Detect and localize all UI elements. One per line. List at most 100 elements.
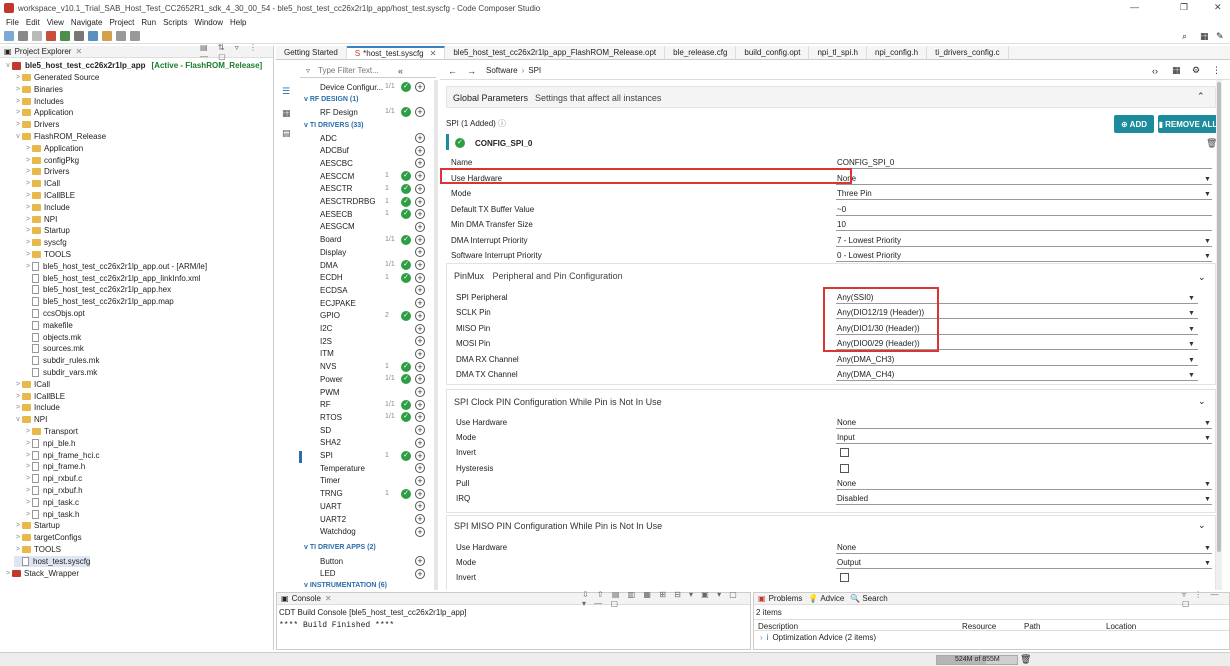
- miso-collapse-icon[interactable]: ⌄: [1198, 520, 1206, 531]
- add-module-icon[interactable]: +: [415, 387, 425, 397]
- problems-column-header[interactable]: Path: [1024, 622, 1040, 631]
- module-section-header[interactable]: v RF DESIGN (1): [304, 96, 358, 103]
- dropdown-icon[interactable]: ▼: [1188, 295, 1195, 302]
- field-value[interactable]: Three Pin: [837, 189, 872, 198]
- field-value[interactable]: ~0: [837, 205, 846, 214]
- console-toolbar-icons[interactable]: ⇩ ⇧ ▤ ▥ ▦ ⊞ ⊟ ▾ ▣ ▾ ▢ ▾ — ▢: [582, 590, 750, 608]
- minimize-button[interactable]: —: [1130, 2, 1139, 12]
- config-scroll-thumb[interactable]: [1217, 82, 1221, 552]
- tab-advice[interactable]: Advice: [820, 594, 844, 603]
- editor-tab[interactable]: ble5_host_test_cc26x2r1lp_app_FlashROM_R…: [445, 46, 666, 59]
- add-module-icon[interactable]: +: [415, 556, 425, 566]
- console-output[interactable]: **** Build Finished ****: [279, 621, 394, 630]
- cfg-value[interactable]: Output: [837, 558, 861, 567]
- problems-column-header[interactable]: Description: [758, 622, 798, 631]
- add-module-icon[interactable]: +: [415, 348, 425, 359]
- add-module-icon[interactable]: +: [415, 183, 425, 194]
- dropdown-icon[interactable]: ▼: [1204, 191, 1211, 198]
- add-module-icon[interactable]: +: [415, 361, 425, 372]
- add-module-icon[interactable]: +: [415, 450, 425, 461]
- add-module-icon[interactable]: +: [415, 145, 425, 156]
- add-module-icon[interactable]: +: [415, 272, 425, 283]
- add-module-icon[interactable]: +: [415, 107, 425, 117]
- pin-value[interactable]: Any(DMA_CH4): [837, 370, 894, 379]
- add-module-icon[interactable]: +: [415, 514, 425, 524]
- problems-column-header[interactable]: Location: [1106, 622, 1136, 631]
- cfg-value[interactable]: None: [837, 543, 856, 552]
- add-module-icon[interactable]: +: [415, 260, 425, 270]
- problems-column-header[interactable]: Resource: [962, 622, 996, 631]
- dropdown-icon[interactable]: ▼: [1204, 496, 1211, 503]
- close-button[interactable]: ✕: [1214, 2, 1222, 13]
- dropdown-icon[interactable]: ▼: [1188, 341, 1195, 348]
- add-module-icon[interactable]: +: [415, 488, 425, 499]
- editor-tab[interactable]: npi_config.h: [867, 46, 928, 59]
- add-button[interactable]: ⊕ ADD: [1114, 115, 1154, 133]
- maximize-button[interactable]: ❐: [1180, 2, 1188, 13]
- more-icon[interactable]: ⋮: [1212, 65, 1221, 76]
- checkbox[interactable]: [840, 448, 849, 458]
- checkbox[interactable]: [840, 463, 849, 473]
- problems-row[interactable]: › i Optimization Advice (2 items): [760, 633, 876, 642]
- nav-forward-icon[interactable]: →: [467, 66, 476, 76]
- add-module-icon[interactable]: +: [415, 221, 425, 232]
- add-module-icon[interactable]: +: [415, 234, 425, 245]
- console-tab[interactable]: Console: [292, 594, 321, 603]
- dropdown-icon[interactable]: ▼: [1204, 176, 1211, 183]
- dropdown-icon[interactable]: ▼: [1204, 560, 1211, 567]
- chevron-up-icon[interactable]: ⌃: [1197, 91, 1205, 102]
- problems-toolbar-icons[interactable]: ▿ ⋮ — ▢: [1182, 590, 1229, 608]
- add-module-icon[interactable]: +: [415, 82, 425, 92]
- add-module-icon[interactable]: +: [415, 437, 425, 448]
- add-module-icon[interactable]: +: [415, 399, 425, 410]
- nav-back-icon[interactable]: ←: [448, 66, 457, 76]
- cfg-value[interactable]: None: [837, 479, 856, 488]
- add-module-icon[interactable]: +: [415, 196, 425, 207]
- cfg-value[interactable]: None: [837, 418, 856, 427]
- global-parameters-card[interactable]: Global Parameters Settings that affect a…: [446, 86, 1216, 108]
- dropdown-icon[interactable]: ▼: [1204, 435, 1211, 442]
- tab-problems[interactable]: Problems: [769, 594, 803, 603]
- module-list-scrollbar[interactable]: [434, 80, 438, 590]
- module-section-header[interactable]: v INSTRUMENTATION (6): [304, 582, 387, 589]
- pin-value[interactable]: Any(DMA_CH3): [837, 355, 894, 364]
- dropdown-icon[interactable]: ▼: [1204, 238, 1211, 245]
- add-module-icon[interactable]: +: [415, 526, 425, 537]
- heap-status[interactable]: 524M of 855M: [936, 655, 1018, 665]
- dropdown-icon[interactable]: ▼: [1204, 420, 1211, 427]
- dropdown-icon[interactable]: ▼: [1188, 326, 1195, 333]
- module-section-header[interactable]: v TI DRIVERS (33): [304, 122, 364, 129]
- field-value[interactable]: 7 - Lowest Priority: [837, 236, 901, 245]
- dropdown-icon[interactable]: ▼: [1188, 357, 1195, 364]
- settings-icon[interactable]: ⚙: [1192, 65, 1200, 76]
- code-view-icon[interactable]: ‹›: [1152, 66, 1158, 76]
- dropdown-icon[interactable]: ▼: [1204, 545, 1211, 552]
- instance-name-header[interactable]: CONFIG_SPI_0: [475, 139, 532, 148]
- ccs-edit-icon[interactable]: ✎: [1216, 31, 1224, 42]
- module-section-header[interactable]: v TI DRIVER APPS (2): [304, 544, 376, 551]
- dropdown-icon[interactable]: ▼: [1204, 481, 1211, 488]
- board-icon[interactable]: ▦: [1172, 65, 1181, 76]
- add-module-icon[interactable]: +: [415, 568, 425, 579]
- checkbox[interactable]: [840, 573, 849, 583]
- breadcrumb-software[interactable]: Software: [486, 66, 518, 75]
- field-value[interactable]: 0 - Lowest Priority: [837, 251, 901, 260]
- console-close-icon[interactable]: ✕: [325, 594, 332, 603]
- add-module-icon[interactable]: +: [415, 475, 425, 486]
- editor-tab[interactable]: npi_tl_spi.h: [809, 46, 867, 59]
- field-value[interactable]: 10: [837, 220, 846, 229]
- add-module-icon[interactable]: +: [415, 310, 425, 321]
- gc-icon[interactable]: 🗑: [1020, 654, 1031, 665]
- add-module-icon[interactable]: +: [415, 133, 425, 143]
- perspective-icon[interactable]: ▦: [1200, 31, 1209, 42]
- config-scrollbar[interactable]: [1216, 80, 1222, 590]
- pinmux-collapse-icon[interactable]: ⌄: [1198, 272, 1206, 283]
- editor-tab[interactable]: ti_drivers_config.c: [927, 46, 1009, 59]
- remove-all-button[interactable]: ▮ REMOVE ALL: [1158, 115, 1218, 133]
- editor-tab[interactable]: ble_release.cfg: [665, 46, 737, 59]
- breadcrumb-spi[interactable]: SPI: [528, 66, 541, 75]
- field-value[interactable]: CONFIG_SPI_0: [837, 158, 894, 167]
- dropdown-icon[interactable]: ▼: [1188, 310, 1195, 317]
- cfg-value[interactable]: Input: [837, 433, 855, 442]
- dropdown-icon[interactable]: ▼: [1188, 372, 1195, 379]
